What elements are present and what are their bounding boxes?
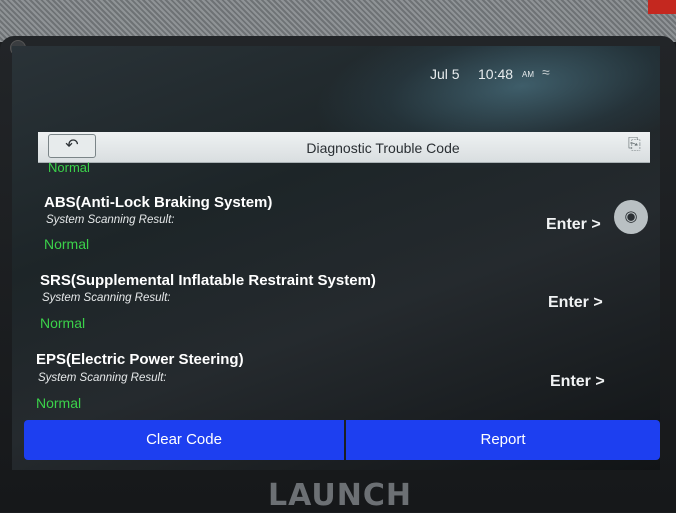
scan-result-value: Normal [44,236,90,252]
camera-button[interactable]: ◉ [614,200,648,234]
system-title: ABS(Anti-Lock Braking System) [44,194,273,211]
scan-result-label: System Scanning Result: [38,372,167,384]
action-bar: Clear Code Report [24,420,660,460]
launch-logo: LAUNCH [268,478,413,513]
scan-result-value: Normal [40,315,86,331]
enter-button[interactable]: Enter > [548,294,603,312]
page-title: Diagnostic Trouble Code [306,140,460,156]
system-title: EPS(Electric Power Steering) [36,351,244,368]
system-title: SRS(Supplemental Inflatable Restraint Sy… [40,272,376,289]
header-bar: ↶ Diagnostic Trouble Code ⎘ [38,132,650,163]
previous-status: Normal [48,160,90,175]
scan-result-label: System Scanning Result: [46,214,175,226]
enter-button[interactable]: Enter > [546,216,601,234]
back-button[interactable]: ↶ [48,134,96,158]
device-red-corner [648,0,676,14]
scan-result-label: System Scanning Result: [42,292,171,304]
scan-result-value: Normal [36,395,82,411]
enter-button[interactable]: Enter > [550,373,605,391]
screen [12,46,660,470]
back-arrow-icon: ↶ [65,137,79,154]
camera-icon: ◉ [624,208,638,225]
exit-icon[interactable]: ⎘ [628,136,641,154]
clear-code-button[interactable]: Clear Code [24,420,344,460]
report-button[interactable]: Report [346,420,660,460]
list-item[interactable]: EPS(Electric Power Steering) System Scan… [0,0,648,411]
